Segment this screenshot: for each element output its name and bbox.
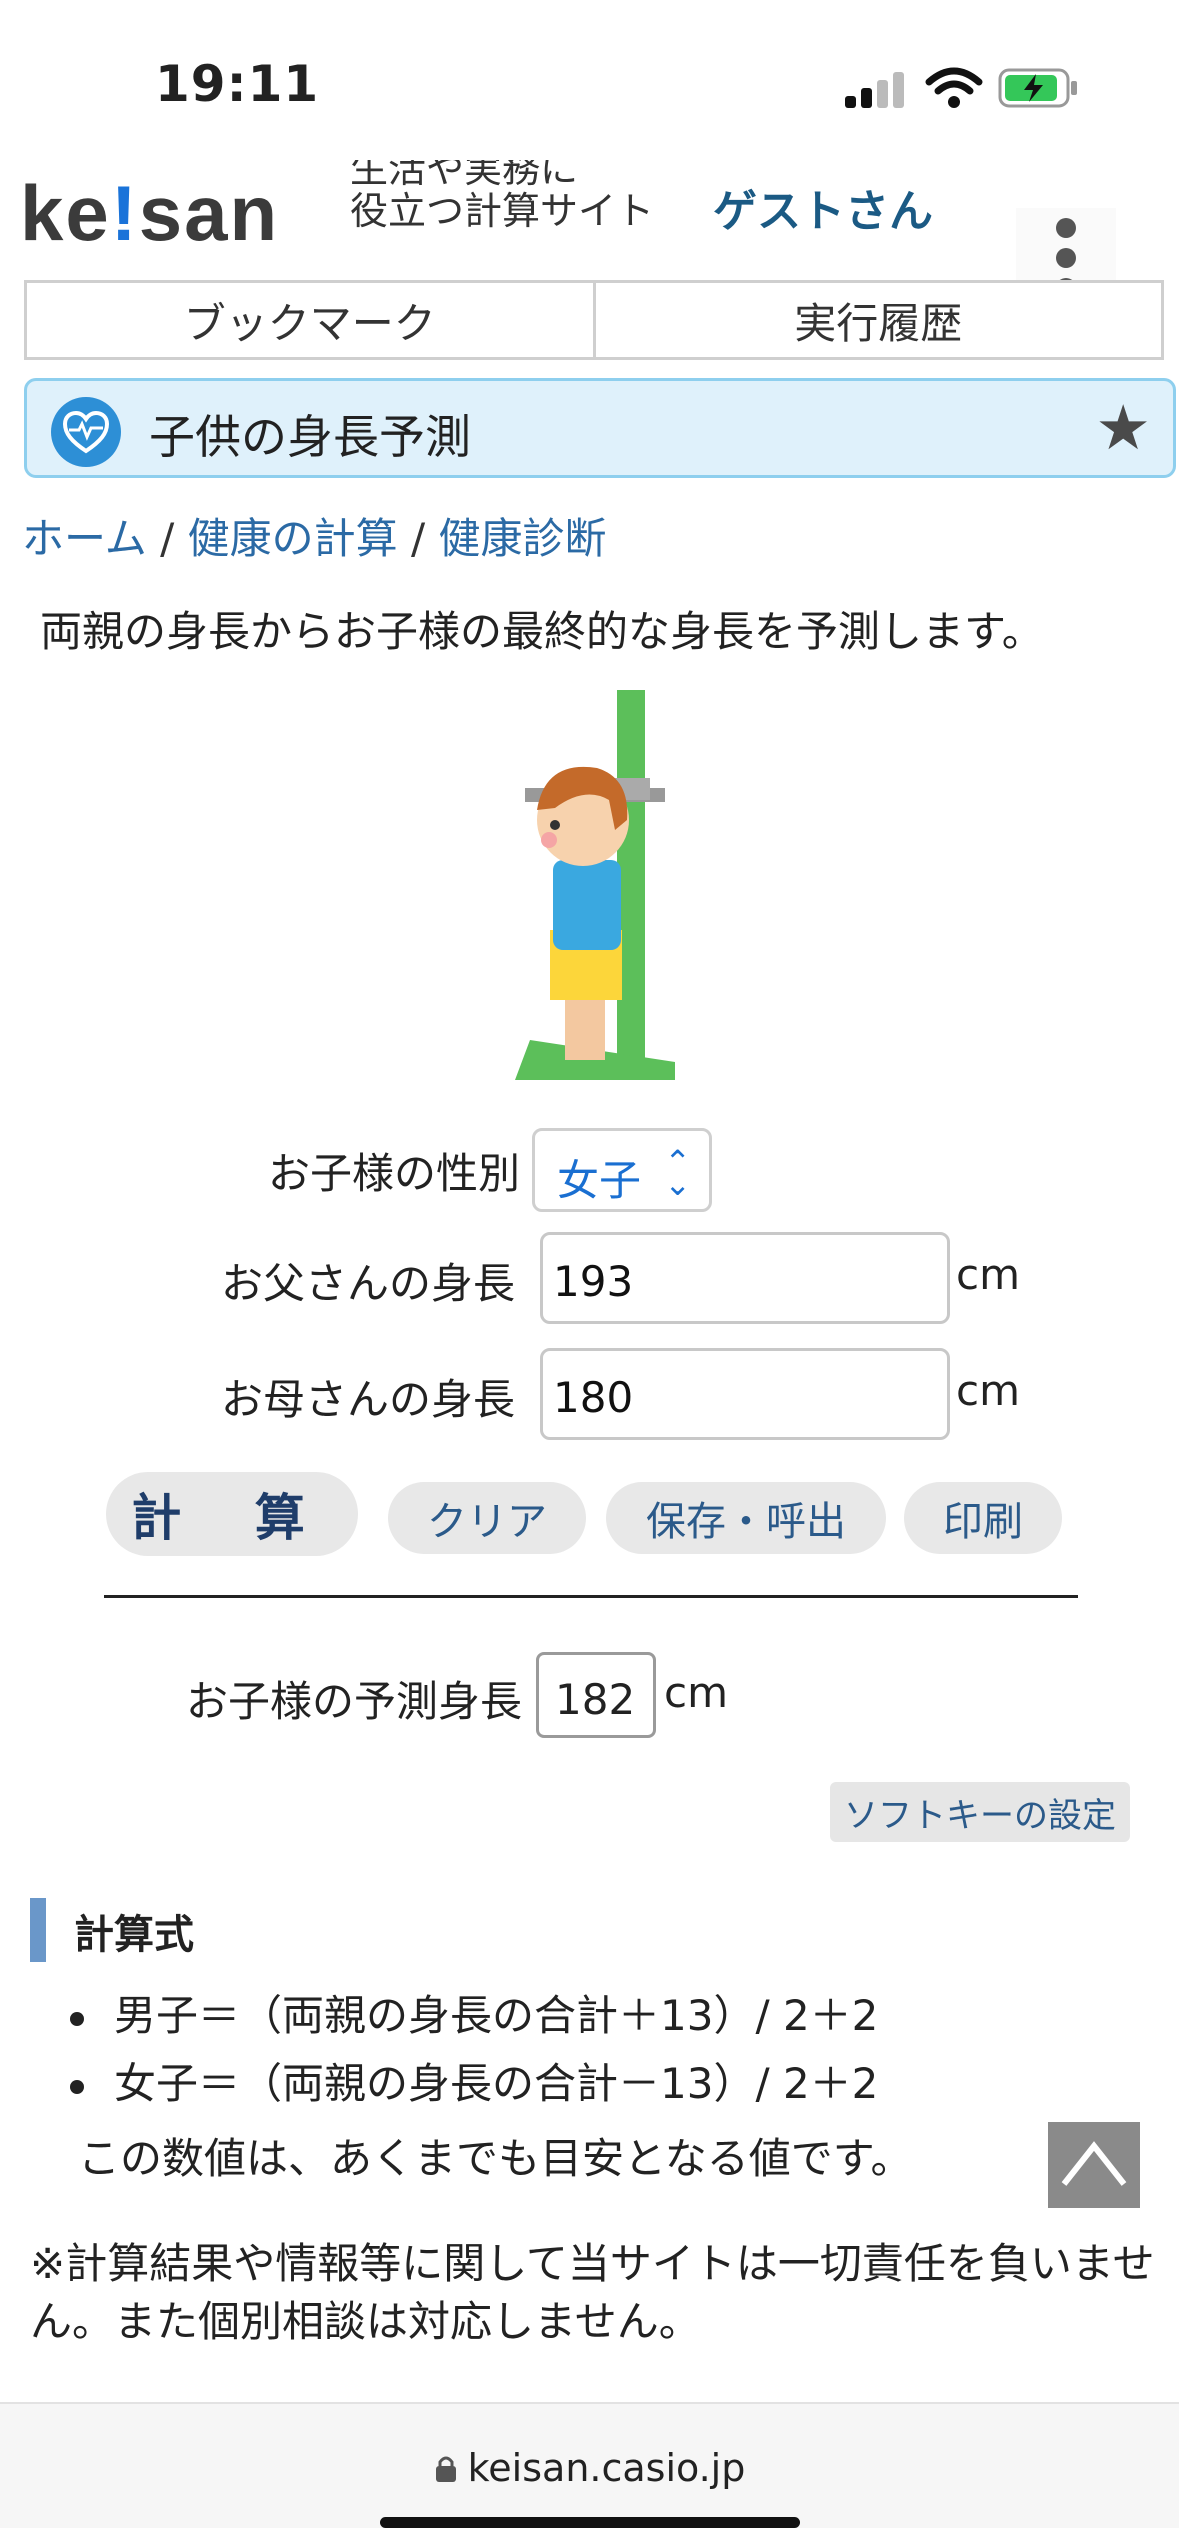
disclaimer: ※計算結果や情報等に関して当サイトは一切責任を負いません。また個別相談は対応しま… [30, 2239, 1155, 2346]
lock-icon [435, 2456, 456, 2482]
breadcrumb-health-check[interactable]: 健康診断 [438, 514, 606, 563]
gender-select[interactable]: 女子 ⌃ ⌄ [532, 1128, 712, 1212]
page-title-bar: 子供の身長予測 ★ [24, 378, 1176, 478]
status-time: 19:11 [155, 55, 320, 113]
father-height-input[interactable]: 193 [540, 1232, 950, 1324]
clear-button[interactable]: クリア [388, 1482, 586, 1554]
page-description: 両親の身長からお子様の最終的な身長を予測します。 [40, 607, 1044, 656]
wifi-icon [925, 67, 983, 108]
breadcrumb-home[interactable]: ホーム [22, 514, 147, 563]
mother-height-input[interactable]: 180 [540, 1348, 950, 1440]
formula-heading: 計算式 [30, 1898, 194, 1962]
softkey-settings-button[interactable]: ソフトキーの設定 [830, 1782, 1130, 1842]
home-indicator [380, 2517, 800, 2528]
divider [104, 1595, 1078, 1598]
tab-bookmark[interactable]: ブックマーク [27, 283, 593, 357]
formula-note: この数値は、あくまでも目安となる値です。 [78, 2134, 913, 2183]
formula-item: 女子＝（両親の身長の合計－13）/ 2＋2 [70, 2050, 878, 2111]
heart-health-icon [51, 397, 121, 467]
formula-item: 男子＝（両親の身長の合計＋13）/ 2＋2 [70, 1982, 878, 2043]
breadcrumb: ホーム / 健康の計算 / 健康診断 [22, 514, 607, 563]
back-to-top-icon[interactable] [1048, 2122, 1140, 2208]
mother-height-label: お母さんの身長 [220, 1375, 515, 1424]
battery-icon [998, 68, 1077, 108]
url-display[interactable]: keisan.casio.jp [0, 2446, 1179, 2490]
mother-unit: cm [956, 1366, 1021, 1415]
child-height-illustration [515, 690, 675, 1080]
gender-label: お子様の性別 [267, 1149, 520, 1198]
site-tagline: 生活や実務に 役立つ計算サイト [350, 160, 655, 233]
user-name-link[interactable]: ゲストさん [713, 175, 933, 239]
browser-url-bar[interactable]: keisan.casio.jp [0, 2402, 1179, 2528]
result-value: 182 [536, 1652, 656, 1738]
result-label: お子様の予測身長 [185, 1677, 522, 1726]
calculate-button[interactable]: 計 算 [106, 1472, 358, 1556]
father-height-label: お父さんの身長 [220, 1259, 515, 1308]
page-title: 子供の身長予測 [149, 410, 471, 464]
status-bar: 19:11 [0, 0, 1179, 160]
father-unit: cm [956, 1250, 1021, 1299]
chevron-updown-icon: ⌃ ⌄ [664, 1143, 691, 1203]
save-load-button[interactable]: 保存・呼出 [606, 1482, 886, 1554]
signal-icon [845, 72, 907, 108]
site-logo[interactable]: ke!san [20, 168, 279, 259]
print-button[interactable]: 印刷 [904, 1482, 1062, 1554]
result-unit: cm [664, 1668, 729, 1717]
breadcrumb-health-calc[interactable]: 健康の計算 [188, 514, 398, 563]
header-tabs: ブックマーク 実行履歴 [24, 280, 1164, 360]
star-icon[interactable]: ★ [1095, 391, 1151, 464]
tab-history[interactable]: 実行履歴 [592, 283, 1162, 357]
